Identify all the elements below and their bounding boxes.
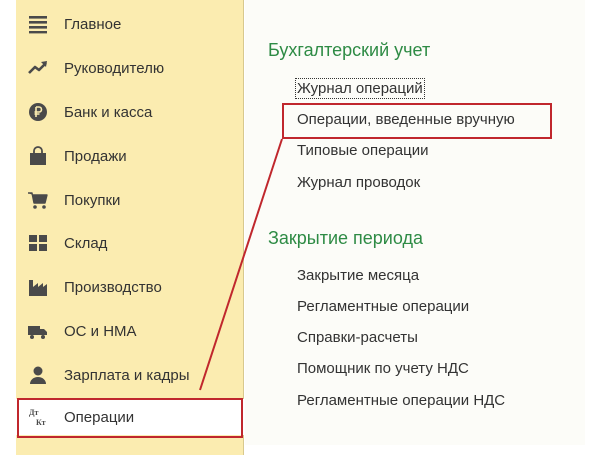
link-calculation-certificates[interactable]: Справки-расчеты <box>297 329 418 346</box>
operations-panel: Бухгалтерский учет Журнал операций Опера… <box>245 0 585 445</box>
sidebar-item-label: Банк и касса <box>64 103 153 121</box>
sidebar-item-label: Главное <box>64 15 122 33</box>
link-vat-regulatory-operations[interactable]: Регламентные операции НДС <box>297 392 505 409</box>
sidebar-item-label: Операции <box>64 408 135 426</box>
dt-text: Дт <box>29 408 39 417</box>
menu-lines-icon <box>28 14 48 34</box>
section-title-period-closing: Закрытие периода <box>268 228 423 248</box>
trend-chart-icon <box>28 58 48 78</box>
link-month-closing[interactable]: Закрытие месяца <box>297 267 419 284</box>
sidebar-item-bank[interactable]: Банк и касса <box>16 94 244 130</box>
sidebar-item-production[interactable]: Производство <box>16 269 244 305</box>
sidebar-item-label: Покупки <box>64 191 121 209</box>
app-window: Главное Руководителю Банк и касса Продаж… <box>0 0 604 455</box>
sidebar-item-warehouse[interactable]: Склад <box>16 225 244 261</box>
dt-kt-icon: Дт Кт <box>28 407 48 427</box>
factory-icon <box>28 277 48 297</box>
section-title-accounting: Бухгалтерский учет <box>268 40 431 60</box>
truck-icon <box>28 321 48 341</box>
sidebar-item-main[interactable]: Главное <box>16 6 244 42</box>
sidebar-item-payroll[interactable]: Зарплата и кадры <box>16 357 244 393</box>
ruble-coin-icon <box>28 102 48 122</box>
sidebar-item-purchases[interactable]: Покупки <box>16 182 244 218</box>
link-regulatory-operations[interactable]: Регламентные операции <box>297 298 469 315</box>
shopping-bag-icon <box>28 146 48 166</box>
warehouse-grid-icon <box>28 233 48 253</box>
sidebar-item-sales[interactable]: Продажи <box>16 138 244 174</box>
link-postings-journal[interactable]: Журнал проводок <box>297 174 420 191</box>
sidebar-item-label: Руководителю <box>64 59 165 77</box>
shopping-cart-icon <box>28 190 48 210</box>
person-icon <box>28 365 48 385</box>
sidebar-item-label: Продажи <box>64 147 127 165</box>
link-standard-operations[interactable]: Типовые операции <box>297 142 428 159</box>
sidebar-item-operations[interactable]: Дт Кт Операции <box>16 399 244 435</box>
link-manual-operations[interactable]: Операции, введенные вручную <box>297 111 515 128</box>
link-operations-journal[interactable]: Журнал операций <box>295 78 425 99</box>
sidebar: Главное Руководителю Банк и касса Продаж… <box>16 0 244 455</box>
sidebar-item-label: ОС и НМА <box>64 322 137 340</box>
sidebar-item-label: Производство <box>64 278 162 296</box>
sidebar-item-fixed-assets[interactable]: ОС и НМА <box>16 313 244 349</box>
link-vat-assistant[interactable]: Помощник по учету НДС <box>297 360 469 377</box>
sidebar-item-label: Зарплата и кадры <box>64 366 190 384</box>
kt-text: Кт <box>36 418 46 427</box>
sidebar-item-manager[interactable]: Руководителю <box>16 50 244 86</box>
sidebar-item-label: Склад <box>64 234 108 252</box>
